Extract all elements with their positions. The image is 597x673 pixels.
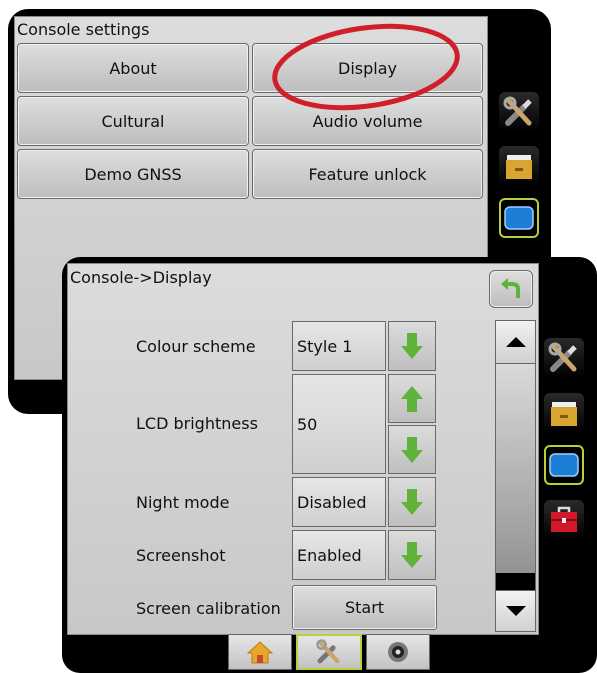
night-mode-value[interactable]: Disabled	[292, 477, 386, 527]
screenshot-down-button[interactable]	[388, 530, 436, 580]
data-tab-front[interactable]	[544, 393, 584, 433]
colour-scheme-label: Colour scheme	[136, 337, 256, 356]
arrow-up-icon	[401, 385, 423, 412]
back-button[interactable]	[489, 270, 533, 308]
display-button[interactable]: Display	[252, 43, 483, 93]
audio-volume-button[interactable]: Audio volume	[252, 96, 483, 146]
arrow-down-icon	[401, 542, 423, 568]
arrow-down-icon	[401, 489, 423, 515]
scroll-up-button[interactable]	[496, 321, 535, 364]
lcd-brightness-label: LCD brightness	[136, 414, 258, 433]
about-button[interactable]: About	[17, 43, 249, 93]
console-tab-front[interactable]	[544, 445, 584, 485]
monitor-icon	[504, 206, 534, 230]
tools-icon	[316, 639, 340, 664]
screenshot-value[interactable]: Enabled	[292, 530, 386, 580]
colour-scheme-value[interactable]: Style 1	[292, 321, 386, 371]
camera-button[interactable]	[366, 634, 430, 670]
back-arrow-icon	[501, 278, 520, 298]
tools-tab[interactable]	[499, 92, 539, 132]
tools-icon	[503, 96, 532, 126]
folder-icon	[551, 402, 577, 426]
camera-icon	[388, 642, 408, 662]
page-title-display: Console->Display	[70, 268, 212, 287]
tools-icon	[548, 342, 577, 372]
page-title: Console settings	[17, 20, 150, 39]
toolbox-icon	[551, 506, 577, 532]
scroll-up-icon	[505, 337, 526, 347]
home-button[interactable]	[228, 634, 292, 670]
arrow-down-icon	[401, 436, 423, 463]
toolbox-tab-front[interactable]	[544, 500, 584, 540]
screen-calibration-label: Screen calibration	[136, 599, 281, 618]
scrollbar[interactable]	[495, 320, 536, 632]
lcd-brightness-value[interactable]: 50	[292, 374, 386, 474]
night-mode-label: Night mode	[136, 493, 230, 512]
monitor-icon	[549, 453, 579, 477]
lcd-brightness-up-button[interactable]	[388, 374, 436, 423]
screenshot-label: Screenshot	[136, 546, 226, 565]
data-tab[interactable]	[499, 146, 539, 186]
home-icon	[247, 641, 273, 664]
night-mode-down-button[interactable]	[388, 477, 436, 527]
tools-tab-front[interactable]	[544, 338, 584, 378]
cultural-button[interactable]: Cultural	[17, 96, 249, 146]
scroll-thumb[interactable]	[496, 573, 535, 591]
colour-scheme-down-button[interactable]	[388, 321, 436, 371]
screen-calibration-start-button[interactable]: Start	[292, 585, 437, 630]
folder-icon	[506, 155, 532, 179]
arrow-down-icon	[401, 333, 423, 359]
setup-button[interactable]	[296, 634, 362, 670]
console-tab[interactable]	[499, 198, 539, 238]
scroll-down-button[interactable]	[496, 590, 535, 631]
scroll-down-icon	[505, 606, 526, 616]
lcd-brightness-down-button[interactable]	[388, 425, 436, 474]
feature-unlock-button[interactable]: Feature unlock	[252, 149, 483, 199]
demo-gnss-button[interactable]: Demo GNSS	[17, 149, 249, 199]
